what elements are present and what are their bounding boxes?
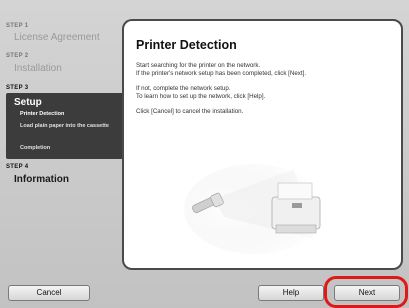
step4-label: STEP 4: [6, 164, 29, 170]
active-step-block: Setup Printer Detection Load plain paper…: [6, 93, 124, 159]
instruction-line-3: If not, complete the network setup.: [136, 85, 231, 92]
substep-load-paper: Load plain paper into the cassette: [20, 123, 109, 129]
next-button[interactable]: Next: [334, 285, 400, 301]
step1-label: STEP 1: [6, 23, 29, 29]
page-title: Printer Detection: [136, 38, 237, 52]
step3-title: Setup: [14, 97, 42, 108]
step2-label: STEP 2: [6, 53, 29, 59]
instruction-line-5: Click [Cancel] to cancel the installatio…: [136, 108, 244, 115]
step3-label: STEP 3: [6, 85, 29, 91]
instruction-line-2: If the printer's network setup has been …: [136, 70, 307, 77]
step-sidebar: STEP 1 License Agreement STEP 2 Installa…: [0, 0, 128, 270]
substep-completion: Completion: [20, 145, 51, 151]
installer-window: STEP 1 License Agreement STEP 2 Installa…: [0, 0, 409, 308]
step2-title: Installation: [14, 63, 62, 74]
help-button[interactable]: Help: [258, 285, 324, 301]
substep-printer-detection: Printer Detection: [20, 111, 65, 117]
cancel-button[interactable]: Cancel: [8, 285, 90, 301]
content-panel: Printer Detection Start searching for th…: [122, 19, 403, 270]
printer-search-illustration: [184, 164, 324, 254]
instruction-line-4: To learn how to set up the network, clic…: [136, 93, 266, 100]
instruction-line-1: Start searching for the printer on the n…: [136, 62, 261, 69]
step1-title: License Agreement: [14, 32, 100, 43]
step4-title: Information: [14, 174, 69, 185]
